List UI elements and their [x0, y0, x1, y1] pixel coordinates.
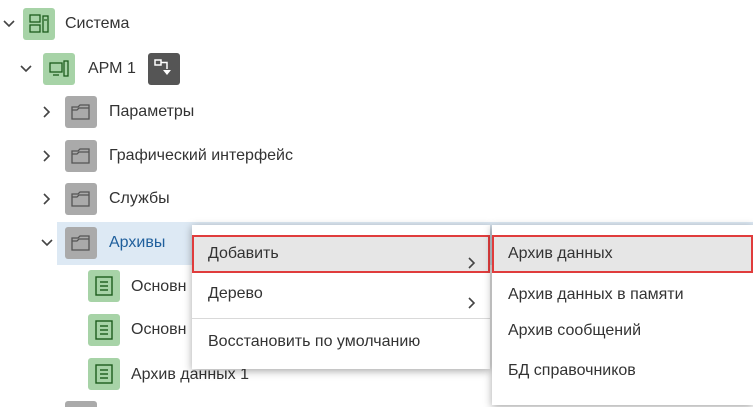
submenu-item-label: Архив данных в памяти — [508, 286, 684, 303]
tree-archive-label[interactable]: Основн — [131, 320, 187, 340]
chevron-down-icon[interactable] — [40, 236, 54, 250]
chevron-down-icon[interactable] — [19, 62, 33, 76]
menu-item-label: Дерево — [208, 285, 263, 302]
chevron-right-icon — [466, 287, 478, 309]
submenu-item-label: БД справочников — [508, 362, 636, 379]
submenu-item-label: Архив сообщений — [508, 322, 642, 339]
menu-item-restore-defaults[interactable]: Восстановить по умолчанию — [192, 323, 490, 361]
menu-item-label: Добавить — [208, 245, 279, 262]
tree-workstation-label[interactable]: АРМ 1 — [88, 59, 136, 79]
folder-icon — [65, 227, 97, 259]
folder-icon — [65, 183, 97, 215]
chevron-right-icon[interactable] — [40, 105, 54, 119]
deploy-icon[interactable] — [148, 53, 180, 85]
menu-item-add[interactable]: Добавить — [192, 235, 490, 273]
chevron-down-icon[interactable] — [2, 17, 16, 31]
submenu-item-memory-data-archive[interactable]: Архив данных в памяти — [492, 276, 753, 314]
tree-root-label[interactable]: Система — [65, 14, 129, 34]
archive-icon — [88, 358, 120, 390]
tree-folder-label[interactable]: Графический интерфейс — [109, 146, 293, 166]
submenu-item-data-archive[interactable]: Архив данных — [492, 235, 753, 273]
context-menu: Добавить Дерево Восстановить по умолчани… — [192, 225, 490, 369]
archive-icon — [88, 270, 120, 302]
folder-icon — [65, 401, 97, 407]
menu-item-tree[interactable]: Дерево — [192, 275, 490, 313]
tree-archive-label[interactable]: Основн — [131, 277, 187, 297]
chevron-right-icon — [466, 247, 478, 269]
chevron-right-icon[interactable] — [40, 192, 54, 206]
submenu-item-label: Архив данных — [508, 245, 613, 262]
tree-folder-label[interactable]: Службы — [109, 189, 170, 209]
submenu-item-reference-db[interactable]: БД справочников — [492, 352, 753, 390]
submenu-item-message-archive[interactable]: Архив сообщений — [492, 312, 753, 350]
tree-folder-label[interactable]: Параметры — [109, 102, 194, 122]
menu-item-label: Восстановить по умолчанию — [208, 333, 421, 350]
system-icon — [23, 8, 55, 40]
menu-separator — [192, 318, 490, 319]
tree-folder-label-selected[interactable]: Архивы — [109, 233, 165, 253]
chevron-right-icon[interactable] — [40, 149, 54, 163]
folder-icon — [65, 140, 97, 172]
submenu-add: Архив данных Архив данных в памяти Архив… — [492, 225, 753, 405]
folder-icon — [65, 96, 97, 128]
workstation-icon — [43, 53, 75, 85]
archive-icon — [88, 314, 120, 346]
